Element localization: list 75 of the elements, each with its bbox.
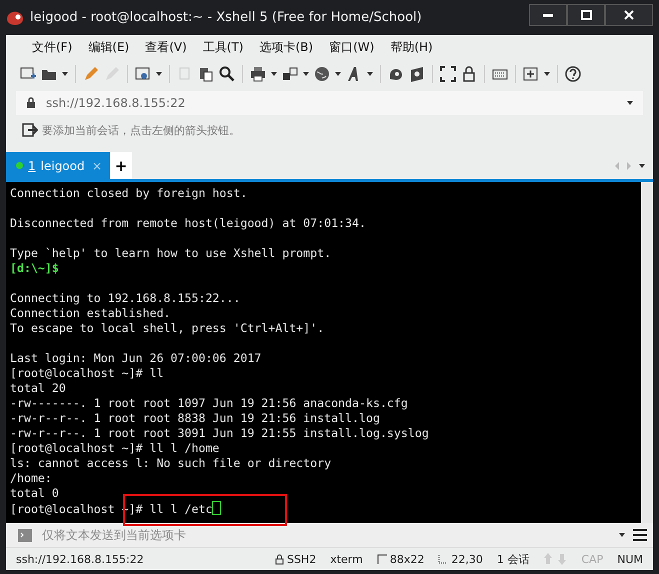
status-protocol: SSH2 xyxy=(286,552,316,566)
terminal-line: Connecting to 192.168.8.155:22... xyxy=(10,291,242,306)
terminal-line: Type `help' to learn how to use Xshell prompt. xyxy=(10,246,332,261)
caret-icon[interactable] xyxy=(271,72,277,76)
terminal-line: [d:\~]$ xyxy=(10,261,60,276)
terminal-line: total 20 xyxy=(10,381,67,396)
hint-text: 要添加当前会话，点击左侧的箭头按钮。 xyxy=(42,122,240,138)
compose-field[interactable]: 仅将文本发送到当前选项卡 xyxy=(40,527,611,543)
add-folder-icon[interactable] xyxy=(523,66,539,82)
maximize-icon xyxy=(580,10,592,20)
paste-icon[interactable] xyxy=(198,66,214,82)
address-field[interactable]: ssh://192.168.8.155:22 xyxy=(44,95,619,111)
terminal-line: [root@localhost ~]# ll l /home xyxy=(10,441,220,456)
close-button[interactable] xyxy=(605,4,653,26)
fullscreen-icon[interactable] xyxy=(440,66,456,82)
lock-icon[interactable] xyxy=(461,66,477,82)
window-title: leigood - root@localhost:~ - Xshell 5 (Free for Home/School) xyxy=(30,10,422,25)
terminal-line: -rw-r--r--. 1 root root 8838 Jun 19 21:56 install.log xyxy=(10,411,381,426)
caret-icon[interactable] xyxy=(156,72,162,76)
search-icon[interactable] xyxy=(219,66,235,82)
terminal-line: -rw-------. 1 root root 1097 Jun 19 21:56 anaconda-ks.cfg xyxy=(10,396,409,411)
menu-item[interactable]: 编辑(E) xyxy=(80,38,138,56)
terminal-line: ls: cannot access l: No such file or directory xyxy=(10,456,332,471)
lock-icon xyxy=(26,97,36,109)
app-logo-icon xyxy=(6,10,24,26)
caret-icon[interactable] xyxy=(544,72,550,76)
printer-icon[interactable] xyxy=(250,66,266,82)
menu-item[interactable]: 工具(T) xyxy=(194,38,252,56)
menu-icon[interactable] xyxy=(633,529,647,541)
key-indicator: CAP xyxy=(581,552,604,566)
menu-item[interactable]: 查看(V) xyxy=(137,38,195,56)
new-tab-button[interactable]: + xyxy=(110,152,132,179)
status-address: ssh://192.168.8.155:22 xyxy=(16,552,144,566)
minimize-button[interactable] xyxy=(529,4,567,26)
cursor-position-icon xyxy=(438,554,448,564)
terminal-line: Connection closed by foreign host. xyxy=(10,186,248,201)
transfer-icon[interactable] xyxy=(282,66,298,82)
maximize-button[interactable] xyxy=(567,4,605,26)
close-icon xyxy=(624,10,634,20)
menu-item[interactable]: 选项卡(B) xyxy=(252,38,322,56)
arrow-icon[interactable] xyxy=(22,122,38,138)
minimize-icon xyxy=(543,14,553,16)
terminal-line: Connection established. xyxy=(10,306,172,321)
status-terminal-type: xterm xyxy=(330,552,363,566)
caret-icon[interactable] xyxy=(62,72,68,76)
settings-icon[interactable] xyxy=(135,66,151,82)
scrollbar[interactable] xyxy=(641,182,653,523)
caret-icon[interactable] xyxy=(367,72,373,76)
menu-item[interactable]: 窗口(W) xyxy=(321,38,382,56)
terminal-line: Disconnected from remote host(leigood) at 07:01:34. xyxy=(10,216,367,231)
terminal-line: Last login: Mon Jun 26 07:00:06 2017 xyxy=(10,351,262,366)
status-size: 88x22 xyxy=(390,552,424,566)
terminal-icon xyxy=(18,528,32,542)
terminal-line: total 0 xyxy=(10,486,60,501)
terminal-line: /home: xyxy=(10,471,53,486)
caret-icon[interactable] xyxy=(627,101,633,105)
terminal-line: [root@localhost ~]# ll xyxy=(10,366,165,381)
terminal-line: To escape to local shell, press 'Ctrl+Alt+]'. xyxy=(10,321,326,336)
caret-icon[interactable] xyxy=(639,164,645,168)
lock-icon xyxy=(274,554,284,564)
help-icon[interactable] xyxy=(565,66,581,82)
address-bar[interactable]: ssh://192.168.8.155:22 xyxy=(16,91,643,115)
menu-item[interactable]: 文件(F) xyxy=(24,38,80,56)
caret-icon[interactable] xyxy=(335,72,341,76)
text-cursor xyxy=(212,501,222,515)
caret-icon[interactable] xyxy=(303,72,309,76)
globe-icon[interactable] xyxy=(314,66,330,82)
caret-icon[interactable] xyxy=(619,533,625,537)
session-tab[interactable]: 1 leigood × xyxy=(6,152,110,179)
status-sessions: 1 会话 xyxy=(496,552,530,566)
resize-icon xyxy=(376,554,387,564)
status-cursor: 22,30 xyxy=(451,552,483,566)
terminal-line: -rw-r--r--. 1 root root 3091 Jun 19 21:55 install.log.syslog xyxy=(10,426,430,441)
menu-item[interactable]: 帮助(H) xyxy=(382,38,441,56)
key-indicator: NUM xyxy=(617,552,643,566)
